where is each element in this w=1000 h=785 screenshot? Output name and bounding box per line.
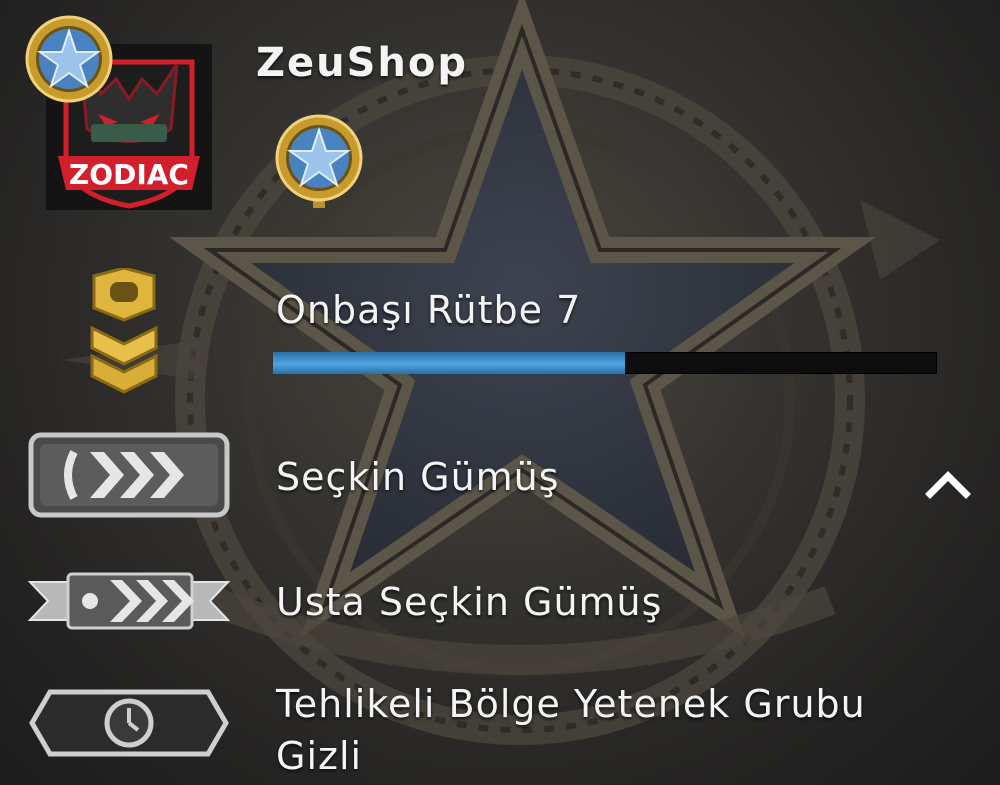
wingman-rank-badge-icon [27,568,231,634]
medal-star-icon[interactable] [273,112,365,210]
player-name[interactable]: ZeuShop [256,40,468,86]
service-medal-icon [24,14,114,104]
competitive-rank-badge-icon [28,432,230,518]
profile-rank-chevron-icon [84,266,164,398]
player-rank-panel: ZODIAC ZeuShop Onbaşı Rütbe 7 Seçkin Güm… [0,0,1000,785]
svg-text:ZODIAC: ZODIAC [69,158,189,191]
profile-rank-title: Onbaşı Rütbe 7 [276,288,582,332]
xp-progress-bar [273,352,937,374]
danger-zone-rank-label: Tehlikeli Bölge Yetenek Grubu Gizli [276,678,866,782]
danger-zone-line-1: Tehlikeli Bölge Yetenek Grubu [276,682,866,726]
danger-zone-line-2: Gizli [276,734,363,778]
danger-zone-badge-icon [28,688,230,758]
xp-progress-fill [273,352,625,374]
competitive-rank-label: Seçkin Gümüş [276,455,560,499]
collapse-button[interactable] [920,460,976,508]
chevron-up-icon [925,471,971,499]
wingman-rank-label: Usta Seçkin Gümüş [276,580,663,624]
